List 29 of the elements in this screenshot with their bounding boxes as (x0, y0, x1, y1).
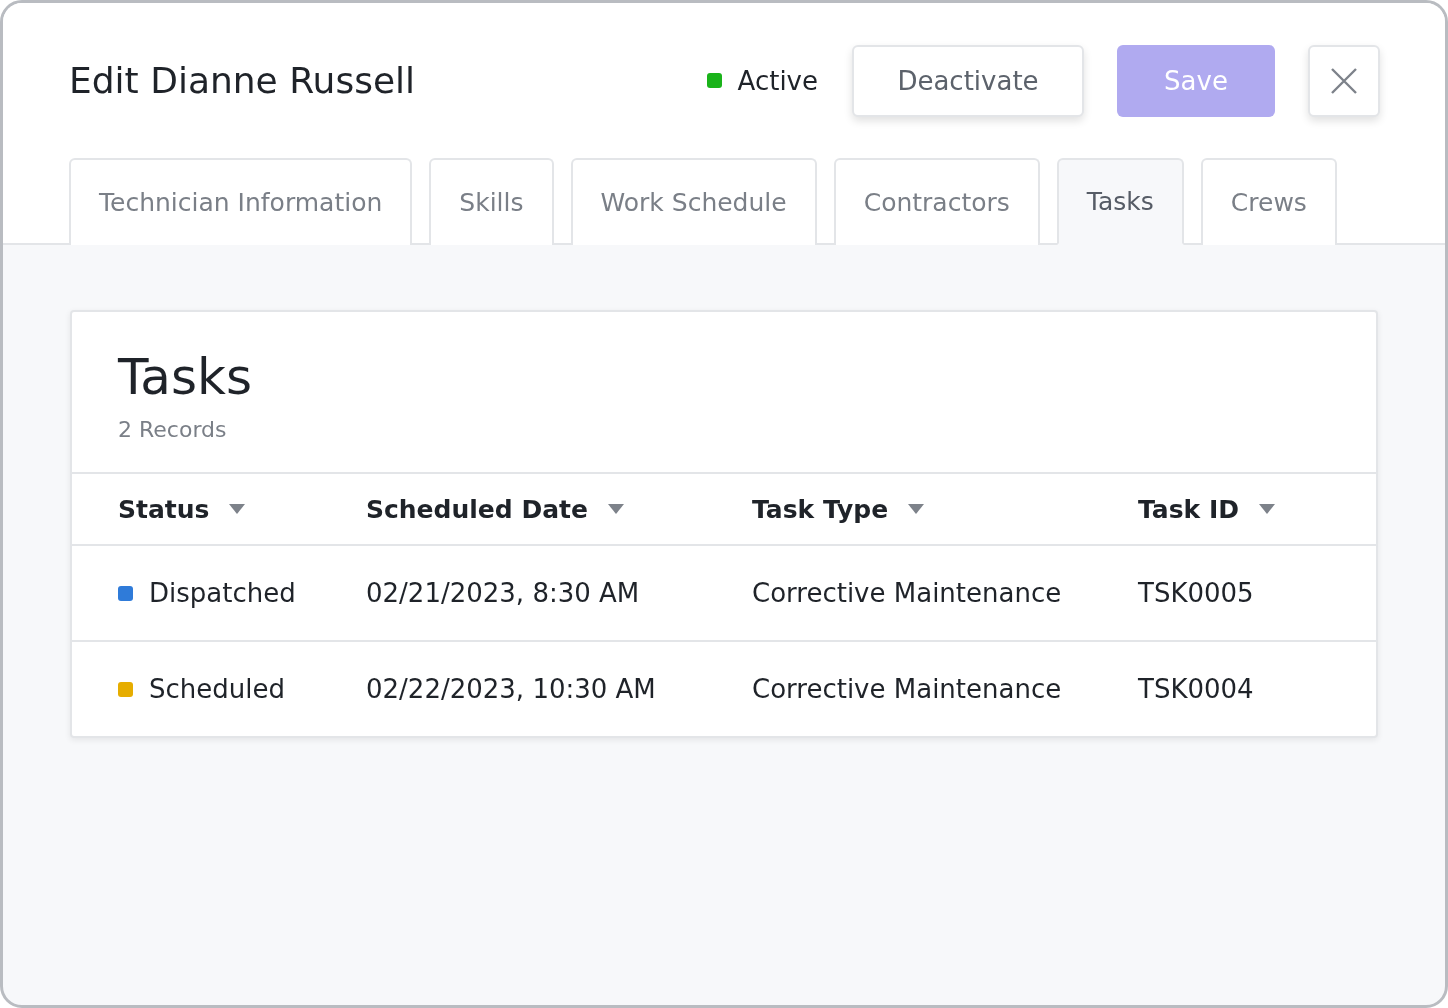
caret-icon (908, 504, 925, 514)
column-header[interactable]: Scheduled Date (366, 494, 624, 524)
table-cell-text: 02/21/2023, 8:30 AM (366, 578, 641, 608)
card-title: Tasks (118, 350, 253, 405)
window-title: Edit Dianne Russell (69, 60, 417, 101)
caret-icon (1258, 504, 1275, 514)
tab[interactable]: Skills (429, 158, 554, 245)
table-cell-text: TSK0004 (1138, 674, 1255, 704)
caret-icon (607, 504, 624, 514)
deactivate-button[interactable]: Deactivate (852, 44, 1084, 117)
tab[interactable]: Contractors (833, 158, 1040, 245)
column-header[interactable]: Task Type (752, 494, 925, 524)
tab[interactable]: Technician Information (69, 158, 413, 245)
close-button[interactable] (1308, 44, 1380, 117)
caret-icon (229, 504, 246, 514)
table-cell-text: Corrective Maintenance (752, 578, 1063, 608)
close-icon (1331, 67, 1357, 94)
table-cell: Dispatched (149, 578, 296, 608)
column-header[interactable]: Status (118, 494, 246, 524)
record-count: 2 Records (118, 417, 228, 442)
table-cell-text: 02/22/2023, 10:30 AM (366, 674, 657, 704)
table-cell-text: TSK0005 (1138, 578, 1255, 608)
tab[interactable]: Work Schedule (570, 158, 817, 245)
tab[interactable]: Tasks (1056, 158, 1184, 245)
tab[interactable]: Crews (1200, 158, 1337, 245)
table-cell: Scheduled (149, 674, 285, 704)
status-label: Active (737, 65, 818, 96)
column-header[interactable]: Task ID (1138, 494, 1275, 524)
table-cell-text: Corrective Maintenance (752, 674, 1063, 704)
